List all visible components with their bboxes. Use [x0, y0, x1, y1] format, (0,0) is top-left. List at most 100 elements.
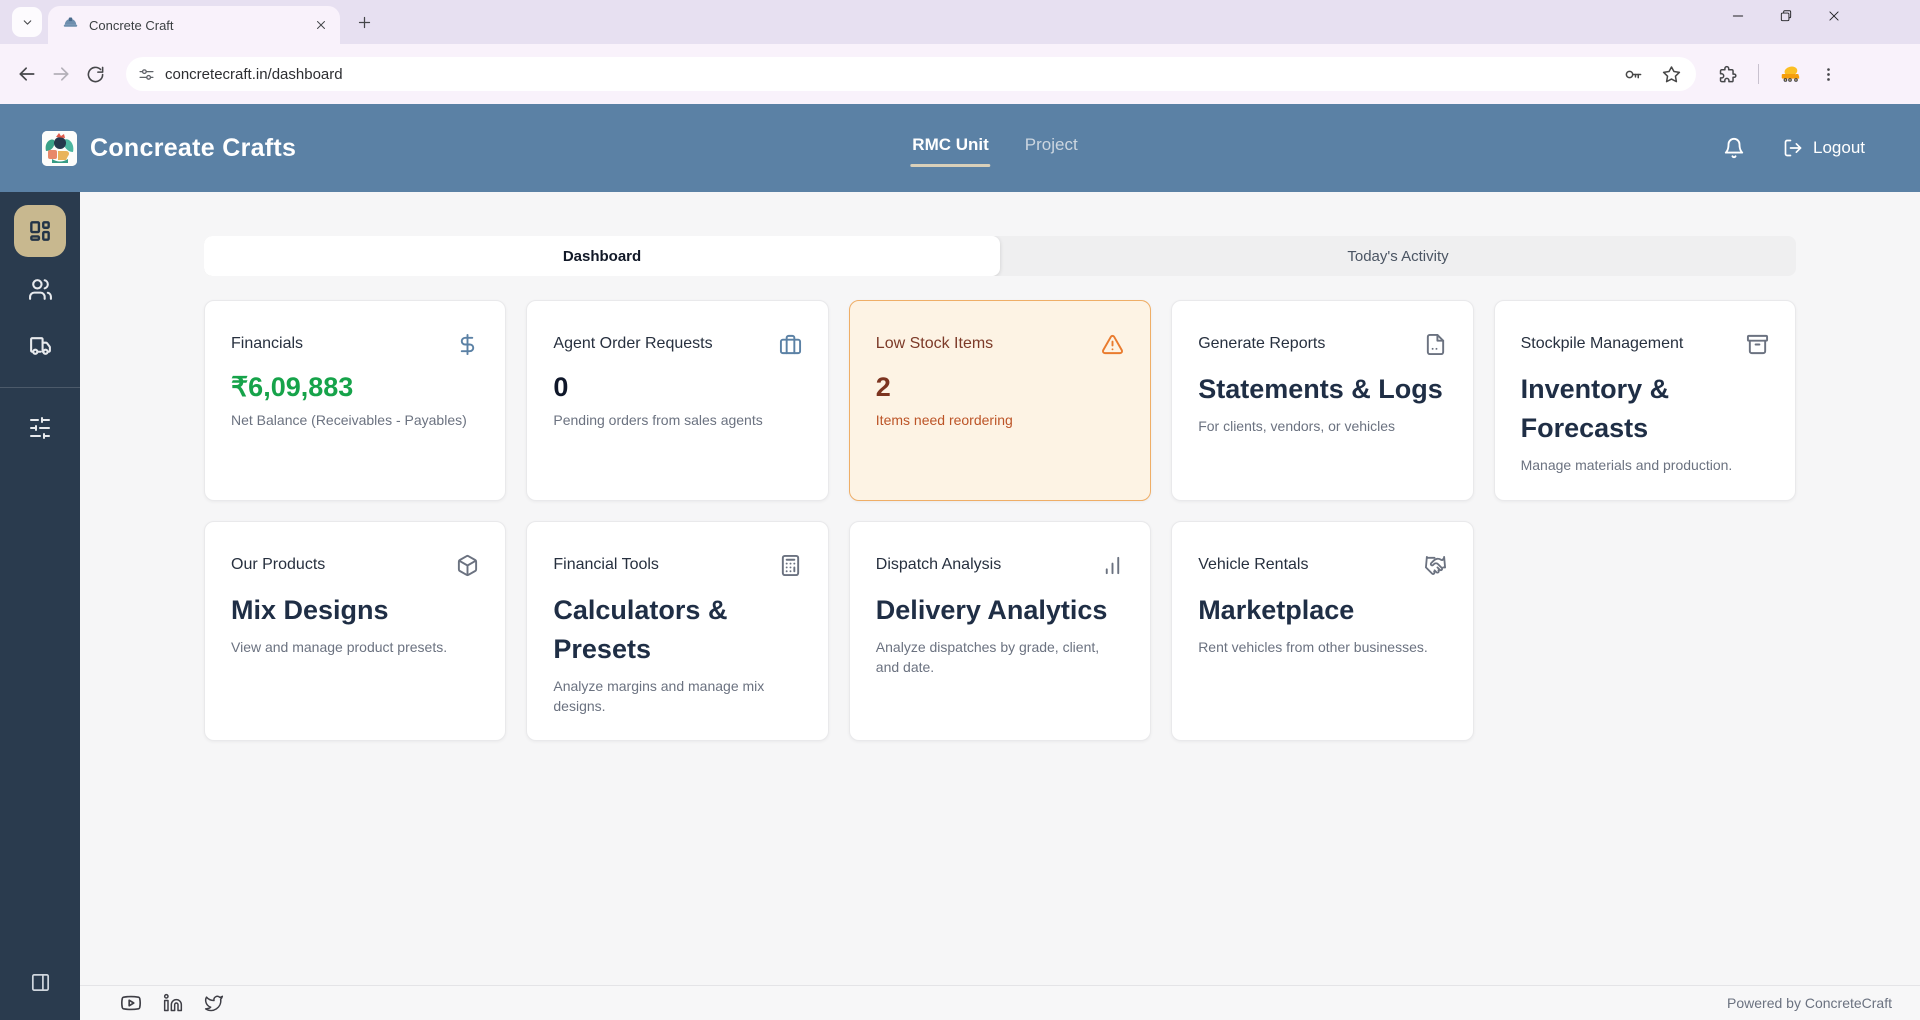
card-heading: Statements & Logs — [1198, 374, 1443, 404]
close-window-button[interactable] — [1827, 9, 1841, 23]
card-heading: Marketplace — [1198, 594, 1355, 625]
card-agent-order-requests[interactable]: Agent Order Requests 0 Pending orders fr… — [526, 300, 829, 501]
truck-icon — [29, 336, 51, 355]
nav-item-project[interactable]: Project — [1023, 129, 1080, 167]
tab-close-button[interactable] — [312, 16, 330, 34]
brand[interactable]: Concreate Crafts — [42, 130, 297, 166]
bar-chart-icon — [1101, 554, 1124, 577]
back-button[interactable] — [10, 57, 44, 91]
card-delivery-analytics[interactable]: Dispatch Analysis Delivery Analytics Ana… — [848, 520, 1152, 742]
youtube-link[interactable] — [120, 992, 142, 1014]
mixer-truck-icon — [1781, 66, 1800, 82]
card-desc: Analyze dispatches by grade, client, and… — [875, 638, 1100, 676]
reload-button[interactable] — [78, 57, 112, 91]
toolbar-divider — [1758, 64, 1759, 84]
card-stockpile-management[interactable]: Stockpile Management Inventory & Forecas… — [1493, 300, 1796, 501]
package-icon — [456, 554, 479, 577]
linkedin-link[interactable] — [163, 993, 183, 1013]
card-financials[interactable]: Financials ₹6,09,883 Net Balance (Receiv… — [204, 300, 507, 501]
logout-label: Logout — [1813, 138, 1865, 157]
card-title: Stockpile Management — [1520, 335, 1684, 352]
restore-button[interactable] — [1779, 9, 1793, 23]
close-icon — [317, 21, 325, 29]
extensions-button[interactable] — [1710, 57, 1744, 91]
bell-icon — [1724, 138, 1744, 159]
card-desc: Items need reordering — [875, 412, 1013, 428]
active-nav-underline — [910, 164, 991, 167]
arrow-right-icon — [53, 67, 69, 81]
header-right: Logout — [1723, 137, 1865, 159]
card-title: Generate Reports — [1198, 335, 1326, 352]
main-area: Dashboard Today's Activity Financials ₹6… — [80, 192, 1920, 1020]
twitter-link[interactable] — [204, 993, 224, 1013]
card-heading: Inventory & Forecasts — [1520, 374, 1670, 444]
sidebar-item-dashboard[interactable] — [14, 205, 66, 257]
powered-by-text: Powered by ConcreteCraft — [1727, 995, 1892, 1011]
file-report-icon — [1424, 333, 1447, 356]
card-value: 2 — [875, 372, 891, 402]
card-calculators-presets[interactable]: Financial Tools Calculators & Presets An… — [526, 520, 829, 742]
card-desc: Rent vehicles from other businesses. — [1198, 638, 1428, 655]
plus-icon — [358, 16, 370, 28]
sidebar-item-users[interactable] — [18, 269, 62, 309]
url-text[interactable]: concretecraft.in/dashboard — [165, 66, 1624, 83]
tab-todays-activity[interactable]: Today's Activity — [1000, 236, 1796, 276]
panel-right-icon — [31, 973, 49, 991]
users-icon — [28, 278, 52, 300]
three-dot-menu-icon — [1826, 67, 1830, 81]
dashboard-grid-icon — [30, 221, 50, 241]
forward-button[interactable] — [44, 57, 78, 91]
logout-icon — [1784, 139, 1802, 157]
card-heading: Delivery Analytics — [875, 594, 1108, 625]
sidebar-divider — [0, 387, 80, 388]
archive-icon — [1746, 333, 1769, 356]
browser-menu-button[interactable] — [1811, 57, 1845, 91]
brand-name: Concreate Crafts — [90, 133, 297, 162]
card-mix-designs[interactable]: Our Products Mix Designs View and manage… — [204, 520, 507, 742]
card-title: Our Products — [231, 555, 326, 573]
calculator-icon — [779, 554, 802, 577]
logout-button[interactable]: Logout — [1783, 138, 1865, 158]
card-desc: Pending orders from sales agents — [553, 412, 763, 428]
sidebar-item-logistics[interactable] — [18, 325, 62, 365]
card-desc: For clients, vendors, or vehicles — [1198, 418, 1396, 435]
minimize-icon — [1732, 15, 1744, 17]
tab-dashboard[interactable]: Dashboard — [204, 236, 1000, 276]
card-generate-reports[interactable]: Generate Reports Statements & Logs For c… — [1171, 300, 1474, 501]
password-manager-button[interactable] — [1624, 64, 1644, 84]
arrow-left-icon — [19, 67, 35, 81]
key-icon — [1625, 70, 1642, 78]
bookmark-button[interactable] — [1662, 64, 1682, 84]
card-title: Low Stock Items — [875, 335, 994, 352]
twitter-icon — [204, 995, 224, 1012]
sidebar-collapse-button[interactable] — [18, 962, 62, 1002]
browser-tab[interactable]: Concrete Craft — [48, 6, 340, 44]
nav-item-rmc-unit[interactable]: RMC Unit — [910, 129, 991, 167]
card-desc: Manage materials and production. — [1520, 457, 1733, 474]
minimize-button[interactable] — [1731, 9, 1745, 23]
card-grid: Financials ₹6,09,883 Net Balance (Receiv… — [204, 300, 1796, 742]
sidebar-item-settings[interactable] — [18, 408, 62, 448]
card-desc: View and manage product presets. — [231, 638, 448, 655]
new-tab-button[interactable] — [350, 8, 378, 36]
site-settings-icon[interactable] — [138, 66, 155, 83]
browser-tab-title: Concrete Craft — [89, 17, 174, 33]
youtube-icon — [120, 995, 142, 1011]
mixer-truck-extension-button[interactable] — [1773, 57, 1807, 91]
card-desc: Analyze margins and manage mix designs. — [553, 677, 765, 715]
card-title: Financial Tools — [553, 555, 659, 573]
nav-label: RMC Unit — [912, 135, 989, 154]
tab-search-button[interactable] — [12, 7, 42, 37]
briefcase-icon — [779, 333, 802, 356]
url-bar[interactable]: concretecraft.in/dashboard — [126, 57, 1696, 91]
toolbar-right — [1710, 57, 1845, 91]
card-low-stock-items[interactable]: Low Stock Items 2 Items need reordering — [848, 300, 1152, 501]
notifications-button[interactable] — [1723, 137, 1745, 159]
view-switcher: Dashboard Today's Activity — [204, 236, 1796, 276]
reload-icon — [87, 66, 103, 82]
dollar-sign-icon — [456, 333, 479, 356]
card-marketplace[interactable]: Vehicle Rentals Marketplace Rent vehicle… — [1171, 520, 1474, 742]
sidebar — [0, 192, 80, 1020]
card-heading: Mix Designs — [231, 594, 389, 625]
card-desc: Net Balance (Receivables - Payables) — [231, 412, 467, 428]
